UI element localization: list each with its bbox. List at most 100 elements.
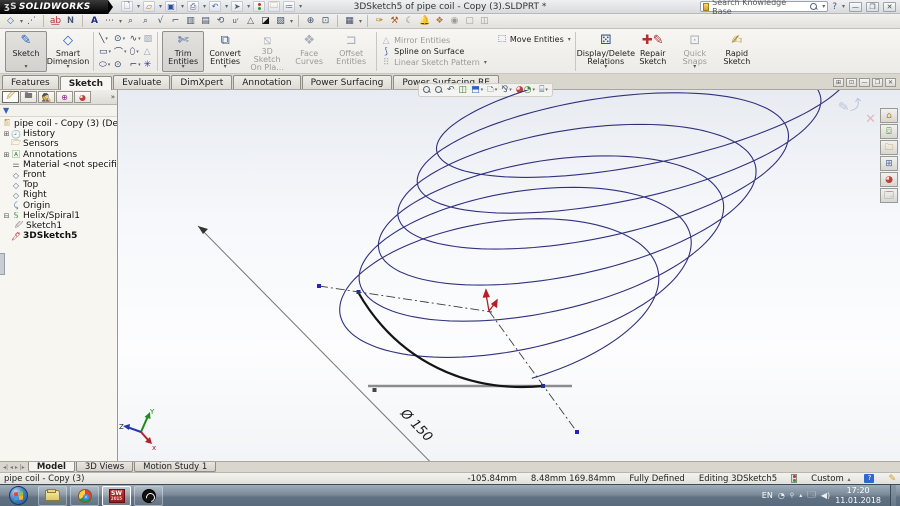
search-icon[interactable] xyxy=(810,2,818,11)
configurationmanager-tab-icon[interactable]: 🕵 xyxy=(38,91,55,103)
display-delete-relations-button[interactable]: ⚄ Display/Delete Relations ▾ xyxy=(577,31,635,72)
close-button[interactable]: ✕ xyxy=(883,1,896,12)
text-small-tool[interactable]: ✳ xyxy=(143,58,154,71)
line-tool[interactable]: ╲ ▾ xyxy=(98,32,112,45)
spline-tool[interactable]: ∿ ▾ xyxy=(129,32,142,45)
linear-pattern-icon[interactable]: ⋯ xyxy=(103,15,116,27)
eye-icon[interactable]: ◉ xyxy=(448,15,461,27)
link-icon[interactable]: uʳ xyxy=(229,15,242,27)
spline-on-surface-button[interactable]: ⟆ Spline on Surface xyxy=(381,47,487,57)
taskbar-clock[interactable]: 17:20 11.01.2018 xyxy=(835,486,885,504)
centerline-steep[interactable] xyxy=(488,310,578,433)
centerline-shallow[interactable] xyxy=(318,285,493,313)
save-caret-icon[interactable]: ▾ xyxy=(181,3,184,10)
motion-study-tab[interactable]: Motion Study 1 xyxy=(134,462,217,472)
file-properties-icon[interactable]: 🗀 xyxy=(268,1,281,12)
offset-entities-button[interactable]: ⊐ Offset Entities xyxy=(330,31,372,72)
tree-item-top-plane[interactable]: ◇ Top xyxy=(2,180,117,190)
minimize-button[interactable]: — xyxy=(849,1,862,12)
quick-tips-icon[interactable]: ? xyxy=(864,474,875,483)
smart-dimension-button[interactable]: ◇ Smart Dimension ▾ xyxy=(47,31,90,72)
fillet-tool[interactable]: ⌐ ▾ xyxy=(129,58,142,71)
tree-item-sketch1[interactable]: 🖉 Sketch1 xyxy=(2,221,117,231)
mirror-small-tool[interactable]: ▨ xyxy=(143,32,154,45)
tab-features[interactable]: Features xyxy=(2,75,59,89)
pattern-small-tool[interactable]: △ xyxy=(143,45,154,58)
tray-window-icon[interactable]: 🗔 xyxy=(807,489,816,503)
tree-item-front-plane[interactable]: ◇ Front xyxy=(2,170,117,180)
move-entities-button[interactable]: ⬚ Move Entities ▾ xyxy=(497,34,571,44)
tab-nav-buttons[interactable]: ◂| ◂ ▸ |▸ xyxy=(0,462,28,472)
doc-tile-icon[interactable]: ⊡ xyxy=(846,78,857,87)
tree-item-history[interactable]: ⊞ 🕘 History xyxy=(2,129,117,139)
zoom-out-icon[interactable]: ⌕ xyxy=(139,15,152,27)
endpoint-blue-left[interactable] xyxy=(317,284,321,288)
spell-check-icon[interactable]: a͟b xyxy=(49,15,62,27)
open-caret-icon[interactable]: ▾ xyxy=(159,3,162,10)
tab-power-surfacing[interactable]: Power Surfacing xyxy=(301,75,393,89)
options-caret-icon[interactable]: ▾ xyxy=(299,3,302,10)
face-curves-button[interactable]: ❖ Face Curves xyxy=(288,31,330,72)
dimxpertmanager-tab-icon[interactable]: ⊕ xyxy=(56,91,73,103)
open-icon[interactable]: ▱ xyxy=(143,1,156,12)
taskbar-explorer-button[interactable] xyxy=(38,485,67,506)
layer-icon[interactable]: ▢ xyxy=(463,15,476,27)
doc-minimize-icon[interactable]: — xyxy=(859,78,870,87)
expand-icon[interactable]: ⊞ xyxy=(2,130,11,138)
tree-item-3dsketch5[interactable]: 🖊 3DSketch5 xyxy=(2,231,117,241)
arc-endpoint-left[interactable] xyxy=(356,290,361,294)
dimension-tool-icon[interactable]: ⌐ xyxy=(169,15,182,27)
restore-button[interactable]: ❐ xyxy=(866,1,879,12)
zoom-in-icon[interactable]: ⌕ xyxy=(124,15,137,27)
print-icon[interactable]: ⎙ xyxy=(187,1,200,12)
doc-restore-icon[interactable]: ❐ xyxy=(872,78,883,87)
check-sketch-icon[interactable]: √ xyxy=(154,15,167,27)
dimension-text[interactable]: Ø 150 xyxy=(396,406,435,445)
undo-caret-icon[interactable]: ▾ xyxy=(225,3,228,10)
ellipse-tool[interactable]: ⬯ ▾ xyxy=(129,45,142,58)
view-iso-icon[interactable]: ▤ xyxy=(199,15,212,27)
model-tab[interactable]: Model xyxy=(27,462,75,472)
bell-icon[interactable]: 🔔 xyxy=(418,15,431,27)
circle-tool[interactable]: ⊙ ▾ xyxy=(113,32,128,45)
doc-cascade-icon[interactable]: ⊞ xyxy=(833,78,844,87)
rapid-sketch-button[interactable]: ✍ Rapid Sketch xyxy=(716,31,758,72)
language-indicator[interactable]: EN xyxy=(762,491,773,500)
rectangle-tool[interactable]: ▭ ▾ xyxy=(98,45,112,58)
status-config[interactable]: Custom ▴ xyxy=(811,474,850,484)
shaded-icon[interactable]: ◪ xyxy=(259,15,272,27)
displaymanager-tab-icon[interactable]: ◕ xyxy=(74,91,91,103)
line-midpoint-marker[interactable] xyxy=(372,388,377,392)
trim-entities-button[interactable]: ✄ Trim Entities ▾ xyxy=(162,31,205,72)
clip-icon[interactable]: ◫ xyxy=(478,15,491,27)
rebuild-icon[interactable] xyxy=(253,1,266,12)
taskbar-chrome-button[interactable] xyxy=(70,485,99,506)
panel-splitter-handle[interactable] xyxy=(0,253,5,275)
format-painter-icon[interactable]: 𝐍 xyxy=(64,15,77,27)
tab-evaluate[interactable]: Evaluate xyxy=(113,75,171,89)
warning-icon[interactable]: △ xyxy=(244,15,257,27)
linear-sketch-pattern-button[interactable]: ⠿ Linear Sketch Pattern ▾ xyxy=(381,58,487,68)
point-tool[interactable]: ⊙ xyxy=(113,58,128,71)
tab-dimxpert[interactable]: DimXpert xyxy=(171,75,233,89)
doc-close-icon[interactable]: ✕ xyxy=(885,78,896,87)
wireframe-icon[interactable]: ▨ xyxy=(274,15,287,27)
tree-item-origin[interactable]: ⤹ Origin xyxy=(2,201,117,211)
volume-icon[interactable]: ◀) xyxy=(821,491,830,500)
new-document-icon[interactable]: 🗋 xyxy=(121,1,133,12)
slot-tool[interactable]: ⬭ ▾ xyxy=(98,58,112,71)
save-icon[interactable]: ▣ xyxy=(165,1,178,12)
sketch-exit-icon[interactable]: ⋰ xyxy=(25,15,38,27)
tab-annotation[interactable]: Annotation xyxy=(233,75,301,89)
tree-filter-row[interactable]: ▼ xyxy=(0,105,117,117)
help-caret-icon[interactable]: ▾ xyxy=(842,3,845,10)
pan-icon[interactable]: ⟲ xyxy=(214,15,227,27)
show-desktop-button[interactable] xyxy=(890,484,896,506)
3d-views-tab[interactable]: 3D Views xyxy=(75,462,134,472)
knowledge-search[interactable]: Search Knowledge Base ▾ xyxy=(700,0,829,16)
feature-paint-icon[interactable]: ✑ xyxy=(373,15,386,27)
table-icon[interactable]: ▦ xyxy=(343,15,356,27)
print-caret-icon[interactable]: ▾ xyxy=(203,3,206,10)
search-caret-icon[interactable]: ▾ xyxy=(822,3,825,10)
tree-root[interactable]: 🖺 pipe coil - Copy (3) (Default<<Def xyxy=(2,119,117,129)
